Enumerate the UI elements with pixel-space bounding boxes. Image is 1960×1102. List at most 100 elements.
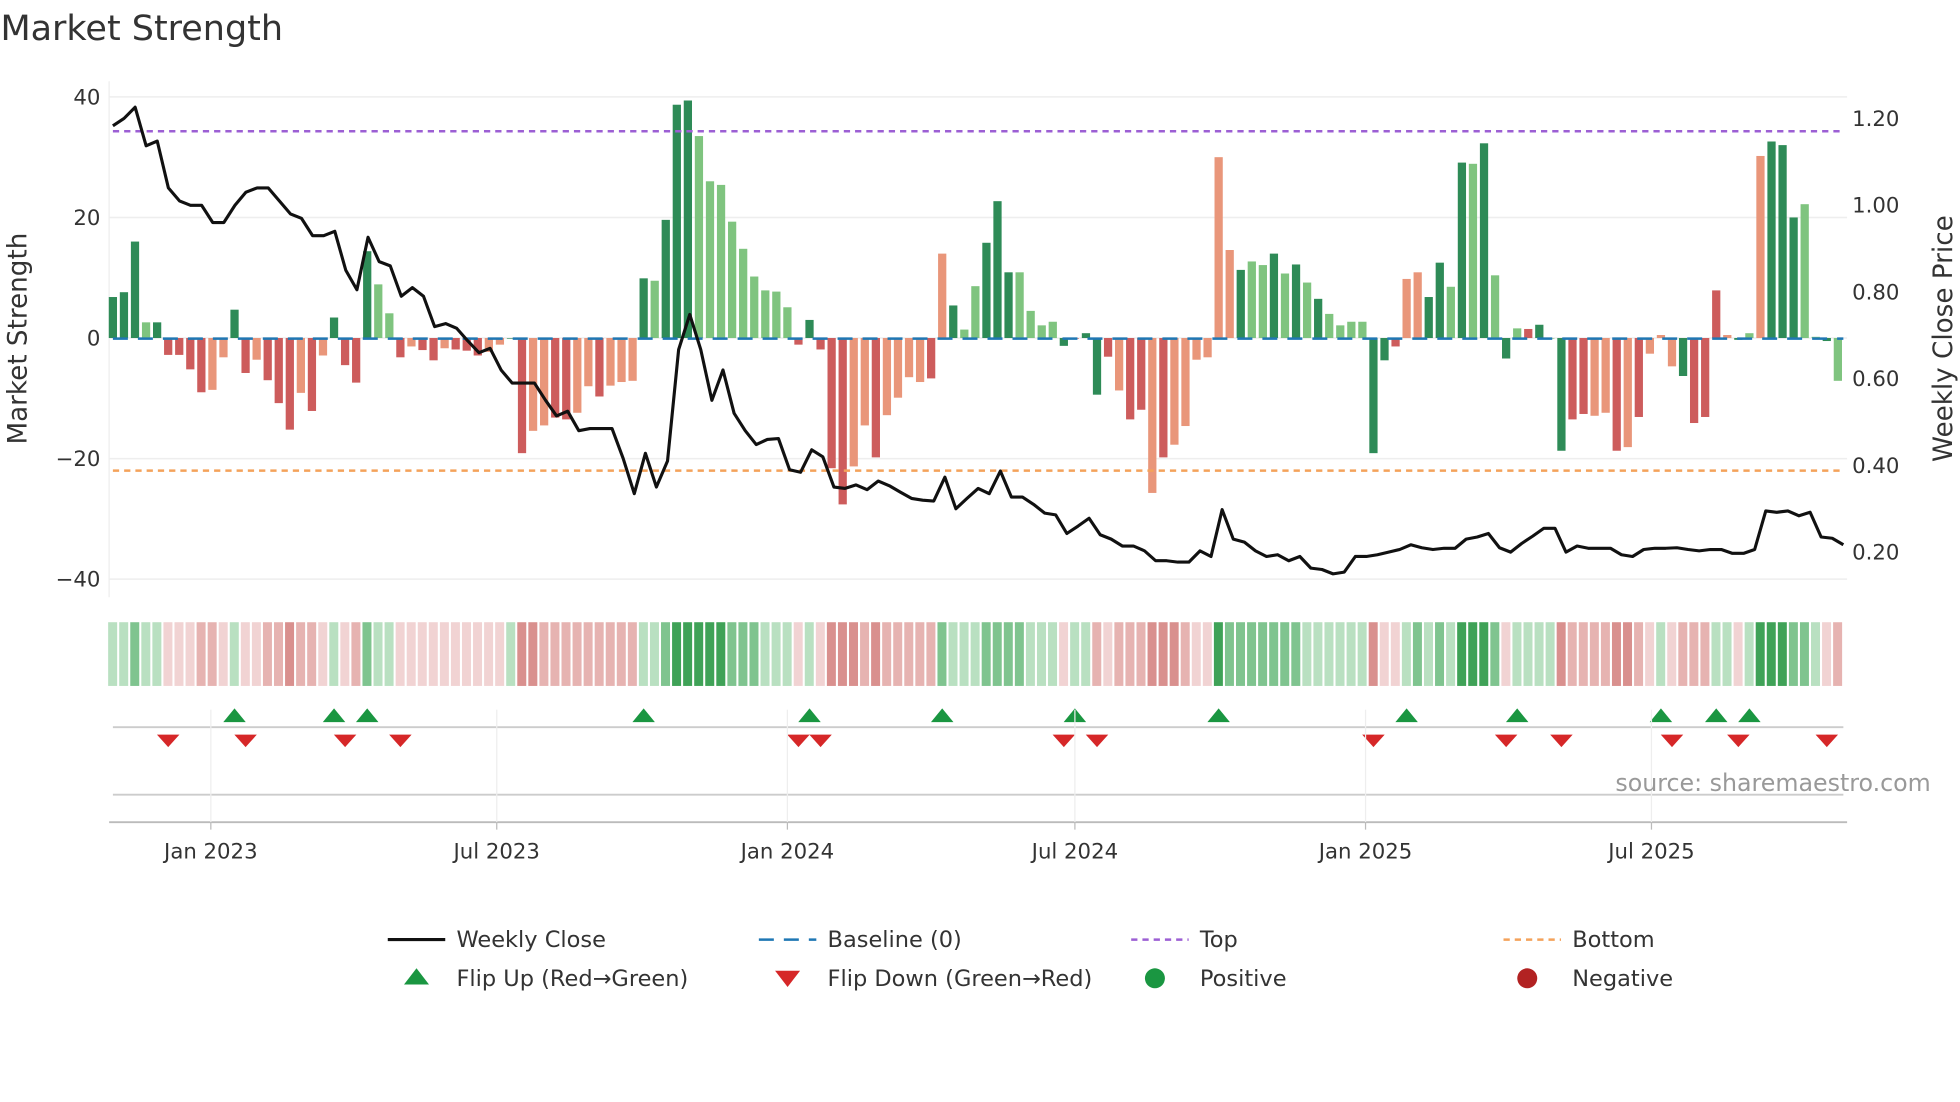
strength-bar [1026, 310, 1035, 339]
strip-cell [1479, 622, 1489, 686]
strength-bar [429, 338, 438, 361]
strip-cell [207, 622, 217, 686]
flip-up-marker [1505, 708, 1529, 723]
strength-bar [1103, 338, 1113, 357]
strip-cell [837, 622, 847, 686]
strip-cell [561, 622, 571, 686]
strength-bar [329, 317, 339, 339]
strip-cell [1258, 622, 1268, 686]
strength-bar [1192, 338, 1201, 360]
strength-bar [340, 338, 350, 366]
strength-bar [1689, 338, 1699, 424]
strip-cell [1379, 622, 1389, 686]
flip-up-marker [1738, 708, 1761, 723]
strength-bar [716, 184, 726, 339]
strip-cell [1125, 622, 1135, 686]
strip-cell [716, 622, 726, 686]
strength-bar [761, 290, 770, 339]
strip-cell [307, 622, 317, 686]
flip-down-marker [1727, 734, 1750, 748]
strength-bar [451, 338, 460, 350]
strength-bar [1623, 338, 1632, 448]
strength-bar [1535, 324, 1544, 339]
strip-cell [738, 622, 748, 686]
strength-bar [1568, 338, 1577, 420]
strength-bars [108, 100, 1842, 505]
y2-tick-label: 1.00 [1852, 194, 1899, 219]
strip-cell [274, 622, 284, 686]
strip-cell [1313, 622, 1323, 686]
strip-cell [771, 622, 781, 686]
strip-cell [1799, 622, 1809, 686]
strength-bar [1314, 298, 1323, 339]
flip-down-marker [1085, 734, 1109, 748]
strip-cell [848, 622, 858, 686]
strip-cell [196, 622, 206, 686]
strip-cell [1202, 622, 1212, 686]
strength-bar [871, 338, 880, 458]
strip-cell [174, 622, 184, 686]
flip-down-marker [389, 734, 412, 748]
strength-bar [606, 338, 615, 386]
strength-bar [1612, 338, 1621, 451]
strength-bar [1557, 338, 1566, 451]
strip-cell [318, 622, 328, 686]
strip-cell [1269, 622, 1279, 686]
strip-cell [1611, 622, 1621, 686]
strip-cell [793, 622, 803, 686]
strength-bar [927, 338, 936, 379]
strip-cell [904, 622, 914, 686]
strip-cell [450, 622, 460, 686]
legend-label: Top [1199, 927, 1238, 953]
strength-bar [164, 338, 173, 355]
strength-bar [739, 248, 748, 339]
strip-cell [1224, 622, 1234, 686]
strength-bar [1502, 338, 1511, 359]
strip-cell [1645, 622, 1655, 686]
strip-cell [484, 622, 494, 686]
strength-bar [1457, 162, 1467, 339]
legend-label: Flip Down (Green→Red) [828, 966, 1093, 992]
legend-label: Positive [1200, 966, 1287, 992]
strength-bar [352, 338, 361, 383]
strip-cell [627, 622, 637, 686]
strip-cell [893, 622, 903, 686]
flip-down-marker [156, 734, 180, 748]
strength-bar [1435, 262, 1444, 339]
strip-cell [461, 622, 471, 686]
strength-bar [639, 278, 648, 339]
strength-bar [1468, 163, 1478, 339]
strip-cell [1788, 622, 1798, 686]
strip-cell [251, 622, 261, 686]
strip-cell [1501, 622, 1511, 686]
flip-up-marker [355, 708, 379, 723]
strength-bar [882, 338, 892, 416]
strength-bar [1413, 272, 1422, 339]
strip-cell [1070, 622, 1080, 686]
y-axis-label: Market Strength [4, 233, 34, 445]
strength-bar [296, 338, 305, 393]
strength-bar [1037, 325, 1046, 339]
strength-bar [650, 280, 659, 339]
strip-cell [506, 622, 516, 686]
x-tick-label: Jul 2023 [452, 839, 540, 864]
strength-bar [617, 338, 626, 383]
strip-cell [1667, 622, 1677, 686]
strip-cell [1810, 622, 1820, 686]
strength-bar [1513, 328, 1522, 339]
strength-bar [1579, 338, 1588, 414]
flip-down-marker [1052, 734, 1076, 748]
strip-cell [1545, 622, 1555, 686]
strip-cell [1158, 622, 1168, 686]
strength-bar [705, 181, 715, 339]
strip-cell [959, 622, 969, 686]
y-tick-label: −20 [56, 447, 101, 472]
strip-cell [616, 622, 626, 686]
strip-cell [1468, 622, 1478, 686]
strip-cell [860, 622, 870, 686]
strip-cell [1700, 622, 1710, 686]
strength-bar [1325, 313, 1334, 339]
strip-cell [661, 622, 671, 686]
strength-bar [860, 338, 869, 426]
strip-cell [1236, 622, 1246, 686]
